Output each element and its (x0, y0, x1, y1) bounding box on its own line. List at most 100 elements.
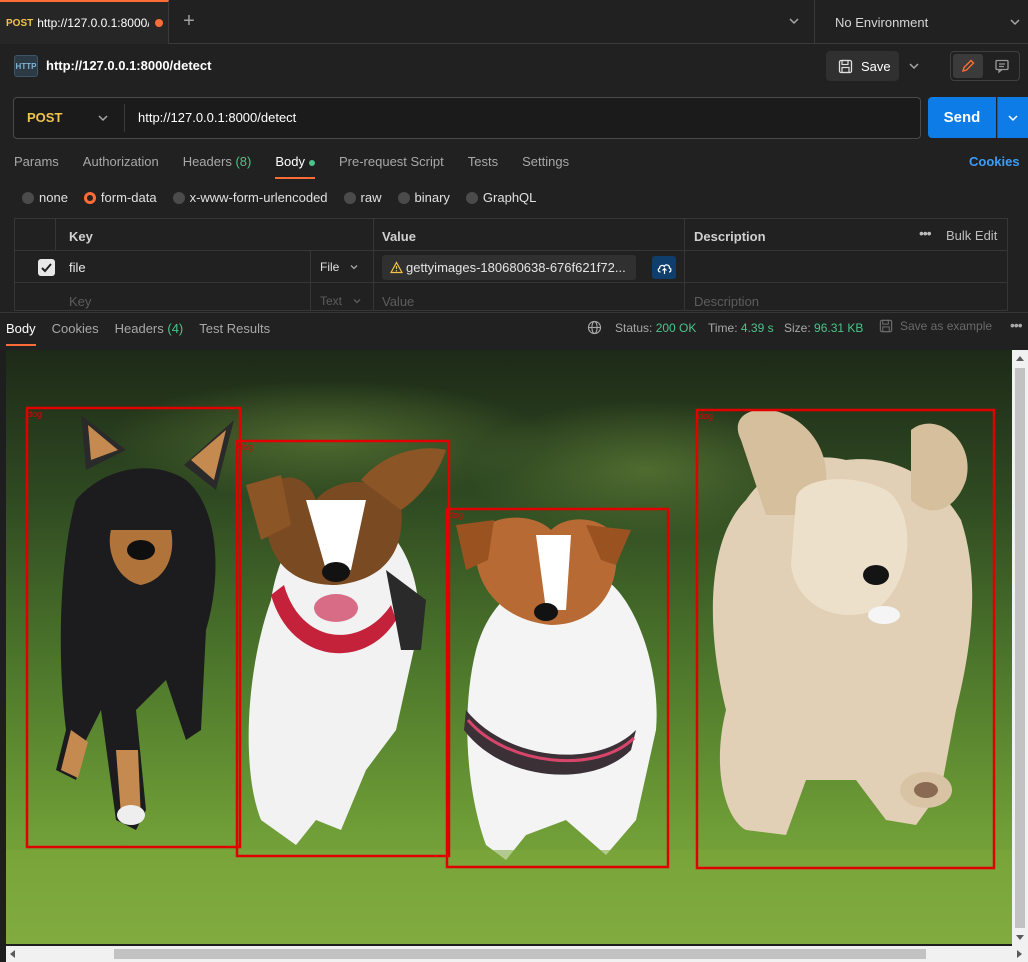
tab-label: Cookies (51, 321, 99, 336)
radio-x-www-form-urlencoded[interactable]: x-www-form-urlencoded (172, 190, 328, 205)
horizontal-scrollbar[interactable] (6, 946, 1028, 962)
time-value: 4.39 s (740, 321, 774, 335)
response-toolbar: Body Cookies Headers (4) Test Results St… (0, 312, 1028, 350)
chevron-down-icon (353, 299, 361, 304)
request-tab[interactable]: POST http://127.0.0.1:8000/d (0, 0, 169, 44)
environment-chevron-down-icon (1010, 19, 1020, 26)
form-data-table: Key Value Description ••• Bulk Edit file… (14, 218, 1008, 311)
http-icon: HTTP (14, 55, 38, 77)
more-options-icon[interactable]: ••• (919, 225, 932, 241)
upload-file-button[interactable] (652, 256, 676, 279)
radio-form-data[interactable]: form-data (83, 190, 157, 205)
scroll-up-arrow-icon[interactable] (1016, 356, 1024, 361)
tab-body[interactable]: Body (275, 154, 315, 179)
tab-label: Body (6, 321, 36, 336)
url-input[interactable] (138, 110, 898, 125)
tab-label: Test Results (199, 321, 271, 336)
status-value: 200 OK (655, 321, 697, 335)
key-column-header: Key (69, 229, 93, 244)
pencil-icon (961, 59, 975, 73)
scroll-left-arrow-icon[interactable] (10, 950, 15, 958)
vertical-scroll-thumb[interactable] (1015, 368, 1025, 928)
save-options-button[interactable] (902, 51, 926, 81)
radio-raw[interactable]: raw (343, 190, 382, 205)
response-more-options-icon[interactable]: ••• (1010, 317, 1023, 333)
cloud-upload-icon (657, 263, 671, 274)
new-value-placeholder[interactable]: Value (382, 294, 414, 309)
row-enabled-checkbox[interactable] (38, 259, 55, 276)
vertical-scrollbar[interactable] (1012, 350, 1028, 946)
environment-selector[interactable]: No Environment (814, 0, 1028, 44)
edit-mode-button[interactable] (953, 54, 983, 78)
bulk-edit-link[interactable]: Bulk Edit (946, 228, 997, 243)
detection-image: dog dog dog dog (6, 350, 1012, 944)
tab-params[interactable]: Params (14, 154, 59, 176)
response-tab-body[interactable]: Body (6, 321, 36, 346)
tab-authorization[interactable]: Authorization (83, 154, 159, 176)
tab-label: Headers (182, 154, 232, 169)
response-tab-cookies[interactable]: Cookies (52, 321, 99, 336)
new-key-placeholder[interactable]: Key (69, 294, 91, 309)
new-description-placeholder[interactable]: Description (694, 294, 759, 309)
scroll-down-arrow-icon[interactable] (1016, 935, 1024, 940)
body-active-dot-icon (308, 159, 315, 166)
response-image: dog dog dog dog (6, 350, 1012, 944)
comment-icon (995, 59, 1009, 74)
time-readout[interactable]: Time: 4.39 s (708, 321, 774, 335)
radio-binary[interactable]: binary (397, 190, 450, 205)
response-tab-headers[interactable]: Headers (4) (115, 321, 184, 336)
file-chip[interactable]: gettyimages-180680638-676f621f72... (382, 255, 636, 280)
response-tab-test-results[interactable]: Test Results (199, 321, 270, 336)
tab-settings[interactable]: Settings (522, 154, 569, 176)
size-label: Size: (784, 321, 811, 335)
status-label: Status: (615, 321, 653, 335)
send-button[interactable]: Send (928, 97, 996, 138)
tab-label: Body (275, 154, 305, 169)
comment-mode-button[interactable] (987, 54, 1017, 78)
scroll-right-arrow-icon[interactable] (1017, 950, 1022, 958)
globe-icon[interactable] (587, 320, 602, 335)
cookies-link[interactable]: Cookies (969, 154, 1020, 169)
grass-foreground (6, 850, 1012, 944)
url-bar: POST (13, 97, 921, 139)
response-tabs: Body Cookies Headers (4) Test Results (6, 321, 286, 346)
request-tab-method: POST (6, 17, 34, 29)
checkmark-icon (41, 263, 52, 273)
horizontal-scroll-thumb[interactable] (114, 949, 926, 959)
chevron-down-icon (909, 63, 919, 70)
tab-label: Headers (114, 321, 164, 336)
environment-label: No Environment (835, 14, 929, 30)
request-title[interactable]: http://127.0.0.1:8000/detect (46, 58, 211, 73)
radio-none[interactable]: none (22, 190, 68, 205)
tab-tests[interactable]: Tests (468, 154, 498, 176)
save-as-example-button[interactable]: Save as example (879, 319, 992, 333)
new-tab-plus-icon[interactable]: + (180, 11, 198, 31)
radio-circle-icon (465, 191, 478, 204)
tab-label: Tests (467, 154, 499, 169)
radio-circle-selected-icon (83, 191, 96, 204)
send-options-button[interactable] (997, 97, 1028, 138)
tab-label: Settings (522, 154, 570, 169)
description-column-header: Description (694, 229, 766, 244)
detection-label: dog (27, 409, 42, 419)
tabs-chevron-down-icon[interactable] (787, 14, 801, 28)
size-readout[interactable]: Size: 96.31 KB (784, 321, 863, 335)
radio-graphql[interactable]: GraphQL (465, 190, 536, 205)
row-type-label: File (320, 260, 340, 274)
method-select[interactable]: POST (27, 110, 62, 125)
tab-headers[interactable]: Headers (8) (183, 154, 252, 176)
row-type-select[interactable]: File (320, 260, 359, 274)
table-header-row: Key Value Description ••• Bulk Edit (15, 219, 1007, 251)
new-row-type-select[interactable]: Text (320, 294, 362, 308)
time-label: Time: (708, 321, 738, 335)
row-key[interactable]: file (69, 260, 86, 275)
table-row: file File gettyimages-180680638-676f621f… (15, 251, 1007, 283)
save-disk-icon (838, 59, 853, 73)
radio-circle-icon (22, 191, 34, 204)
status-readout[interactable]: Status: 200 OK (615, 321, 696, 335)
tab-pre-request-script[interactable]: Pre-request Script (339, 154, 444, 176)
save-disk-icon (879, 319, 893, 333)
save-button[interactable]: Save (826, 51, 899, 81)
tab-label: Authorization (82, 154, 159, 169)
method-chevron-down-icon[interactable] (96, 111, 110, 125)
